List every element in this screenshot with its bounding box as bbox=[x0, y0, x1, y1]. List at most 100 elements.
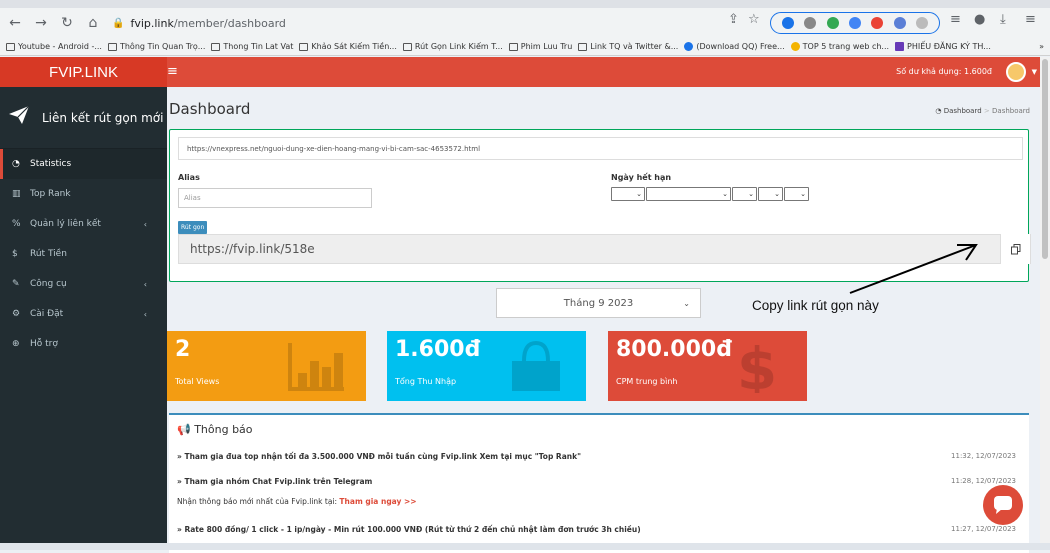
extension-icon[interactable] bbox=[782, 17, 795, 29]
stat-card-income: 1.600đ Tổng Thu Nhập bbox=[387, 331, 586, 401]
sidebar-item-statistics[interactable]: ◔ Statistics bbox=[0, 149, 167, 179]
folder-icon bbox=[107, 42, 117, 51]
sidebar-item-label: Top Rank bbox=[30, 189, 71, 199]
bookmark-label: TOP 5 trang web ch... bbox=[802, 42, 890, 51]
bookmark-label: Khảo Sát Kiếm Tiền... bbox=[311, 42, 397, 51]
hamburger-icon[interactable]: ≡ bbox=[167, 64, 178, 79]
puzzle-icon[interactable] bbox=[915, 17, 928, 29]
notice-item[interactable]: » Rate 800 đồng/ 1 click - 1 ip/ngày - M… bbox=[177, 525, 641, 534]
scrollbar-thumb[interactable] bbox=[1042, 59, 1048, 259]
sidebar-item-settings[interactable]: ⚙ Cài Đặt ‹ bbox=[0, 299, 167, 329]
menu-icon[interactable]: ≡ bbox=[1025, 12, 1036, 27]
chevron-left-icon: ‹ bbox=[143, 309, 147, 319]
sidebar-item-withdraw[interactable]: $ Rút Tiền bbox=[0, 239, 167, 269]
bookmark-item[interactable]: PHIẾU ĐĂNG KÝ TH... bbox=[895, 42, 991, 51]
sidebar-menu: ◔ Statistics ▥ Top Rank % Quản lý liên k… bbox=[0, 149, 167, 359]
notice-time: 11:27, 12/07/2023 bbox=[951, 525, 1016, 533]
stat-value: 800.000đ bbox=[616, 337, 732, 362]
extensions-group bbox=[770, 12, 940, 34]
bar-chart-icon bbox=[288, 343, 344, 391]
chevron-down-icon: ⌄ bbox=[683, 298, 690, 308]
reload-icon[interactable]: ↻ bbox=[56, 12, 78, 34]
new-link-button[interactable]: Liên kết rút gọn mới bbox=[0, 87, 167, 149]
bookmark-label: Phim Luu Tru bbox=[520, 42, 573, 51]
sidebar-item-label: Quản lý liên kết bbox=[30, 219, 101, 229]
extension-icon[interactable] bbox=[871, 17, 884, 29]
download-icon[interactable]: ⤓ bbox=[1000, 12, 1006, 27]
more-bookmarks-button[interactable]: » bbox=[1039, 42, 1044, 51]
site-icon bbox=[684, 42, 694, 51]
bookmark-item[interactable]: Youtube - Android -... bbox=[6, 42, 102, 51]
notice-subtext-label: Nhận thông báo mới nhất của Fvip.link tạ… bbox=[177, 497, 338, 506]
sidebar-item-link-manager[interactable]: % Quản lý liên kết ‹ bbox=[0, 209, 167, 239]
bookmark-item[interactable]: Phim Luu Tru bbox=[508, 42, 573, 51]
extension-icon[interactable] bbox=[804, 17, 817, 29]
shopping-bag-icon bbox=[512, 340, 560, 391]
bookmarks-bar: Youtube - Android -... Thông Tin Quan Tr… bbox=[0, 38, 1050, 55]
bookmark-label: Rút Gọn Link Kiếm T... bbox=[414, 42, 503, 51]
sidebar-item-top-rank[interactable]: ▥ Top Rank bbox=[0, 179, 167, 209]
dollar-icon: $ bbox=[737, 339, 777, 393]
extension-icon[interactable] bbox=[893, 17, 906, 29]
folder-icon bbox=[6, 42, 15, 51]
bookmark-label: PHIẾU ĐĂNG KÝ TH... bbox=[907, 42, 991, 51]
avatar[interactable] bbox=[1006, 62, 1026, 82]
dollar-icon: $ bbox=[12, 249, 18, 259]
notice-panel: 📢 Thông báo » Tham gia đua top nhận tối … bbox=[169, 413, 1029, 553]
notice-title-text: Thông báo bbox=[194, 423, 253, 436]
stat-label: CPM trung bình bbox=[616, 377, 678, 386]
caret-down-icon[interactable]: ▼ bbox=[1032, 68, 1037, 76]
sidebar: Liên kết rút gọn mới ◔ Statistics ▥ Top … bbox=[0, 87, 167, 550]
bookmark-item[interactable]: Rút Gọn Link Kiếm T... bbox=[402, 42, 503, 51]
back-icon[interactable]: ← bbox=[4, 12, 26, 34]
share-icon[interactable]: ⇪ bbox=[728, 12, 739, 27]
folder-icon bbox=[211, 42, 221, 51]
annotation-text: Copy link rút gọn này bbox=[752, 298, 879, 313]
chat-button[interactable] bbox=[983, 485, 1023, 525]
notice-item[interactable]: » Tham gia đua top nhận tối đa 3.500.000… bbox=[177, 452, 581, 461]
bookmark-item[interactable]: Thông Tin Quan Trọ... bbox=[107, 42, 206, 51]
balance-text: Số dư khả dụng: 1.600đ bbox=[896, 67, 992, 76]
bookmark-label: Thông Tin Quan Trọ... bbox=[119, 42, 206, 51]
url-path: /member/dashboard bbox=[173, 16, 286, 30]
bookmark-label: Link TQ và Twitter &... bbox=[590, 42, 679, 51]
star-icon[interactable]: ☆ bbox=[748, 12, 760, 27]
reading-list-icon[interactable]: ≡ bbox=[950, 12, 961, 27]
notice-time: 11:28, 12/07/2023 bbox=[951, 477, 1016, 485]
notice-item[interactable]: » Tham gia nhóm Chat Fvip.link trên Tele… bbox=[177, 477, 372, 486]
forward-icon[interactable]: → bbox=[30, 12, 52, 34]
bookmark-item[interactable]: Khảo Sát Kiếm Tiền... bbox=[299, 42, 397, 51]
bookmark-item[interactable]: TOP 5 trang web ch... bbox=[790, 42, 890, 51]
folder-icon bbox=[402, 42, 412, 51]
scrollbar[interactable] bbox=[1040, 57, 1050, 550]
stat-card-views: 2 Total Views bbox=[167, 331, 366, 401]
logo[interactable]: FVIP.LINK bbox=[0, 57, 167, 87]
extension-icon[interactable] bbox=[848, 17, 861, 29]
profile-icon[interactable]: ● bbox=[974, 12, 985, 27]
svg-text:$: $ bbox=[737, 339, 777, 393]
stat-value: 1.600đ bbox=[395, 337, 481, 362]
home-icon[interactable]: ⌂ bbox=[82, 12, 104, 34]
folder-icon bbox=[299, 42, 309, 51]
site-icon bbox=[790, 42, 800, 51]
folder-icon bbox=[578, 42, 588, 51]
stat-label: Total Views bbox=[175, 377, 220, 386]
bookmark-item[interactable]: Link TQ và Twitter &... bbox=[578, 42, 678, 51]
bookmark-item[interactable]: (Download QQ) Free... bbox=[684, 42, 785, 51]
bookmark-item[interactable]: Thong Tin Lat Vat bbox=[211, 42, 293, 51]
extension-icon[interactable] bbox=[826, 17, 839, 29]
chat-bubble-icon bbox=[994, 496, 1012, 514]
gears-icon: ⚙ bbox=[12, 309, 21, 319]
app: FVIP.LINK ≡ Số dư khả dụng: 1.600đ ▼ Liê… bbox=[0, 57, 1050, 553]
main-content: Dashboard ◔ Dashboard > Dashboard https:… bbox=[167, 87, 1040, 553]
bar-chart-icon: ▥ bbox=[12, 189, 21, 199]
month-select-value: Tháng 9 2023 bbox=[563, 297, 634, 309]
telegram-link[interactable]: Tham gia ngay >> bbox=[339, 497, 416, 506]
month-select[interactable]: Tháng 9 2023 ⌄ bbox=[496, 288, 701, 318]
sidebar-item-label: Rút Tiền bbox=[30, 249, 67, 259]
sidebar-item-tools[interactable]: ✎ Công cụ ‹ bbox=[0, 269, 167, 299]
address-bar[interactable]: 🔒 fvip.link/member/dashboard bbox=[112, 11, 762, 35]
sidebar-item-support[interactable]: ⊕ Hỗ trợ bbox=[0, 329, 167, 359]
notice-time: 11:32, 12/07/2023 bbox=[951, 452, 1016, 460]
url-domain: fvip.link bbox=[130, 16, 174, 30]
